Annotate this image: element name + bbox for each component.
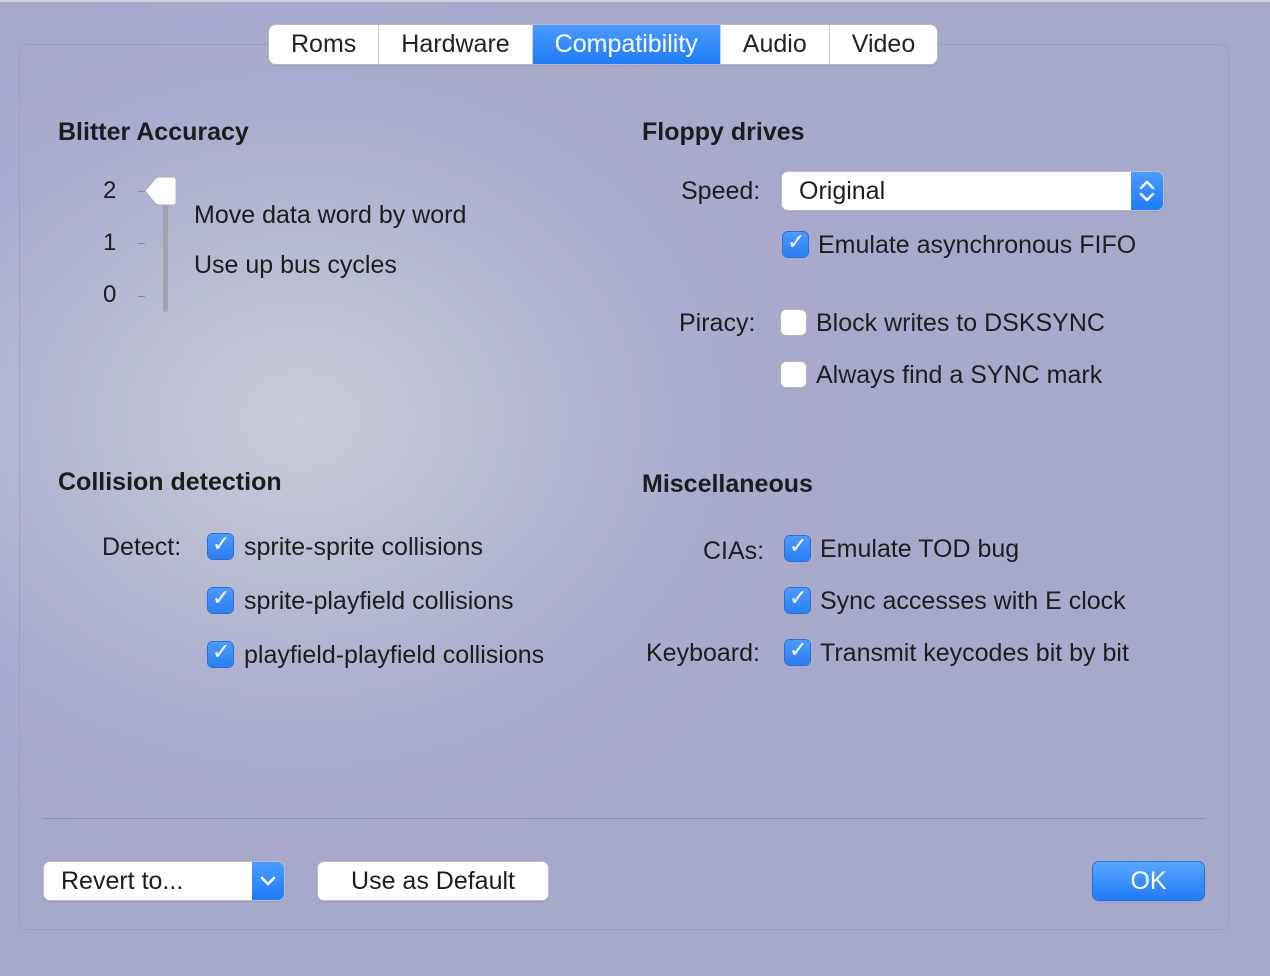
updown-chevron-icon	[1131, 172, 1163, 210]
piracy-label: Piracy:	[679, 309, 756, 337]
use-as-default-button[interactable]: Use as Default	[318, 862, 548, 900]
tab-roms[interactable]: Roms	[269, 25, 380, 64]
revert-to-label: Revert to...	[61, 867, 184, 895]
tod-bug-label: Emulate TOD bug	[820, 535, 1020, 563]
playfield-playfield-label: playfield-playfield collisions	[244, 641, 545, 669]
sprite-playfield-checkbox[interactable]	[208, 586, 233, 613]
fifo-label: Emulate asynchronous FIFO	[818, 231, 1137, 259]
collision-detection-heading: Collision detection	[58, 468, 282, 496]
tab-compatibility[interactable]: Compatibility	[532, 25, 721, 64]
tod-bug-checkbox[interactable]	[785, 534, 810, 561]
tab-hardware[interactable]: Hardware	[379, 25, 533, 64]
sprite-playfield-label: sprite-playfield collisions	[244, 587, 514, 615]
fifo-checkbox[interactable]	[783, 230, 808, 257]
speed-label: Speed:	[681, 177, 761, 205]
tick-mark-1	[138, 243, 145, 244]
blitter-tick-0: 0	[103, 281, 117, 308]
e-clock-label: Sync accesses with E clock	[820, 587, 1126, 615]
blitter-desc-bus: Use up bus cycles	[194, 251, 397, 279]
sprite-sprite-label: sprite-sprite collisions	[244, 533, 483, 561]
tab-bar: Roms Hardware Compatibility Audio Video	[269, 25, 938, 64]
ok-button[interactable]: OK	[1093, 862, 1204, 900]
speed-select-value: Original	[799, 177, 886, 205]
detect-label: Detect:	[102, 533, 182, 561]
tab-audio[interactable]: Audio	[721, 25, 830, 64]
cias-label: CIAs:	[703, 537, 765, 565]
floppy-drives-heading: Floppy drives	[642, 118, 805, 146]
revert-to-select[interactable]: Revert to...	[44, 862, 284, 900]
e-clock-checkbox[interactable]	[785, 586, 810, 613]
block-dsksync-checkbox[interactable]	[781, 310, 806, 335]
blitter-desc-word: Move data word by word	[194, 201, 467, 229]
sync-mark-label: Always find a SYNC mark	[816, 361, 1103, 389]
window-top-border	[0, 0, 1270, 2]
sprite-sprite-checkbox[interactable]	[208, 532, 233, 559]
blitter-tick-1: 1	[103, 229, 117, 256]
playfield-playfield-checkbox[interactable]	[208, 640, 233, 667]
footer-separator	[42, 818, 1206, 819]
tab-video[interactable]: Video	[830, 25, 938, 64]
miscellaneous-heading: Miscellaneous	[642, 470, 813, 498]
keyboard-label: Keyboard:	[646, 639, 760, 667]
blitter-slider-knob[interactable]	[143, 176, 177, 206]
block-dsksync-label: Block writes to DSKSYNC	[816, 309, 1105, 337]
speed-select[interactable]: Original	[782, 172, 1163, 210]
blitter-tick-2: 2	[103, 177, 117, 204]
sync-mark-checkbox[interactable]	[781, 362, 806, 387]
blitter-accuracy-heading: Blitter Accuracy	[58, 118, 249, 146]
keycodes-checkbox[interactable]	[785, 638, 810, 665]
keycodes-label: Transmit keycodes bit by bit	[820, 639, 1129, 667]
chevron-down-icon	[252, 862, 284, 900]
tick-mark-0	[138, 296, 145, 297]
